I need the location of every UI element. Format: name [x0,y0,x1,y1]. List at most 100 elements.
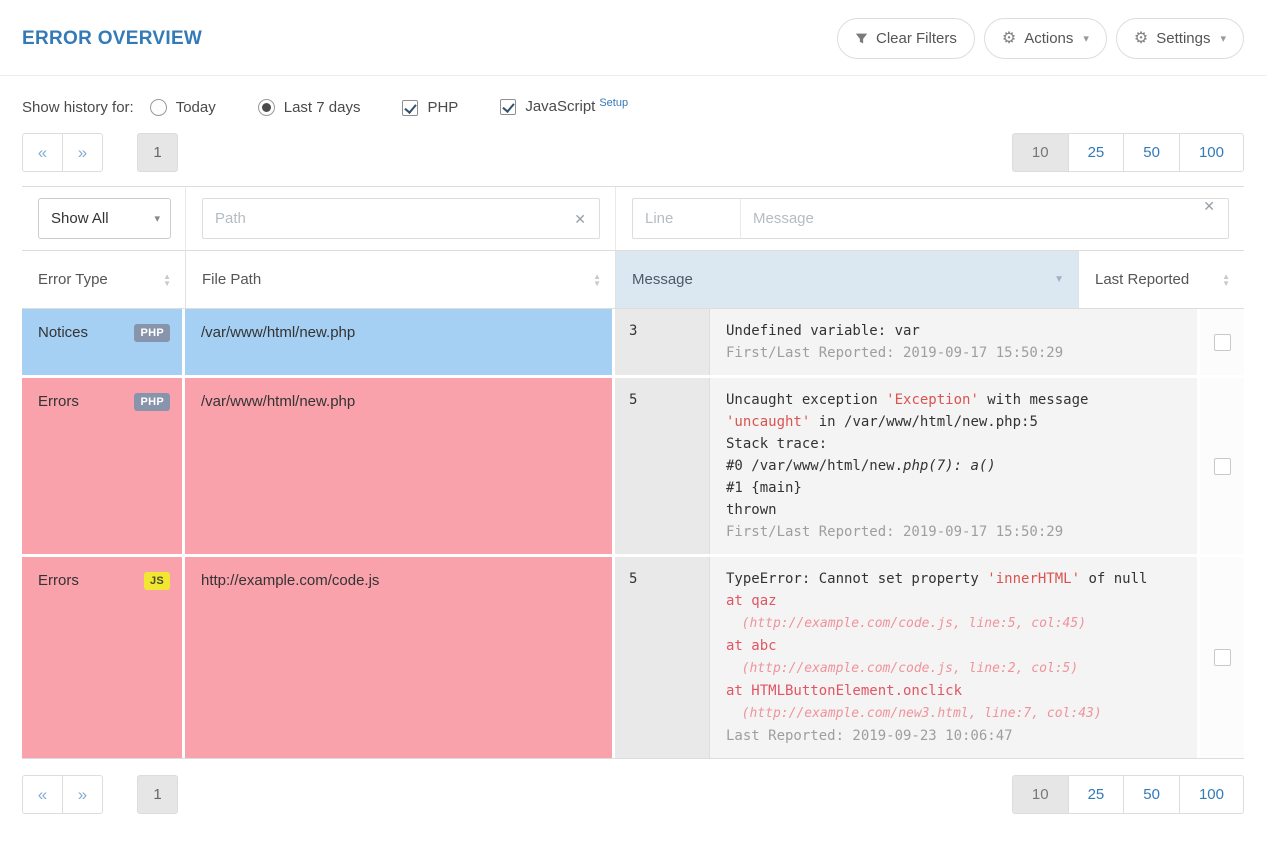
message-cell: TypeError: Cannot set property 'innerHTM… [710,557,1200,758]
row-checkbox[interactable] [1213,649,1231,666]
php-badge: PHP [134,324,170,342]
checkbox-php-label: PHP [427,98,459,116]
table-row: Notices PHP /var/www/html/new.php 3 Unde… [22,309,1244,375]
file-path-header-label: File Path [202,271,262,288]
message-cell: Undefined variable: var First/Last Report… [710,309,1200,375]
radio-last-7-days[interactable]: Last 7 days [257,98,361,117]
message-header-label: Message [632,271,693,288]
chevron-down-icon: ▾ [1083,33,1089,45]
radio-last-7-days-label: Last 7 days [283,98,361,116]
line-message-filter-group: ✕ [632,198,1229,239]
column-header-file-path[interactable]: File Path ▲ ▼ [185,251,615,308]
table-row: Errors PHP /var/www/html/new.php 5 Uncau… [22,375,1244,554]
page-size-50-button[interactable]: 50 [1123,775,1180,814]
column-header-last-reported[interactable]: Last Reported ▲ ▼ [1078,251,1244,308]
pagination-bottom: « » 1 10 25 50 100 [22,775,1244,814]
file-path-cell: /var/www/html/new.php [185,309,615,375]
pager-arrows: « » [22,133,103,172]
page-size-selector: 10 25 50 100 [1011,133,1244,172]
message-cell: Uncaught exception 'Exception' with mess… [710,378,1200,554]
gears-icon: ⚙ [1001,29,1017,47]
page-size-10-button[interactable]: 10 [1011,775,1069,814]
pagination-page-1-button[interactable]: 1 [137,775,178,814]
history-filter-label: Show history for: [22,99,134,116]
error-type-cell: Errors PHP [22,378,185,554]
clear-filters-label: Clear Filters [875,30,957,47]
path-filter-wrap: ✕ [202,198,600,239]
error-type-label: Errors [38,393,79,410]
sort-icon: ▲ ▼ [163,271,171,288]
header-divider [0,75,1266,76]
checkbox-php-control[interactable] [402,99,419,116]
settings-button[interactable]: ⚙ Settings ▾ [1115,18,1244,59]
pagination-prev-button[interactable]: « [22,133,63,172]
pagination-next-button[interactable]: » [62,133,103,172]
chevron-down-icon: ▾ [1220,33,1226,45]
error-type-header-label: Error Type [38,271,108,288]
line-number-cell: 5 [615,378,710,554]
php-badge: PHP [134,393,170,411]
file-path-cell: http://example.com/code.js [185,557,615,758]
page-size-selector: 10 25 50 100 [1011,775,1244,814]
sort-icon: ▲ ▼ [593,271,601,288]
page-size-100-button[interactable]: 100 [1178,775,1244,814]
pagination-next-button[interactable]: » [62,775,103,814]
page-size-10-button[interactable]: 10 [1011,133,1069,172]
line-number-cell: 5 [615,557,710,758]
actions-label: Actions [1024,30,1074,47]
pagination-top: « » 1 10 25 50 100 [22,133,1244,172]
clear-message-filter-icon[interactable]: ✕ [1203,199,1215,213]
error-type-filter-select[interactable]: Show All ▾ [38,198,171,239]
error-type-cell: Notices PHP [22,309,185,375]
row-select-cell [1200,557,1244,758]
top-buttons: Clear Filters ⚙ Actions ▾ ⚙ Settings ▾ [836,18,1244,59]
pagination-page-1-button[interactable]: 1 [137,133,178,172]
radio-today[interactable]: Today [149,98,216,117]
checkbox-javascript[interactable]: JavaScript Setup [500,97,628,117]
page-size-50-button[interactable]: 50 [1123,133,1180,172]
clear-path-filter-icon[interactable]: ✕ [574,212,586,226]
js-badge: JS [143,572,170,590]
table-filter-row: Show All ▾ ✕ ✕ [22,187,1244,251]
error-type-label: Errors [38,572,79,589]
settings-label: Settings [1156,30,1211,47]
error-type-label: Notices [38,324,89,341]
sort-descending-icon: ▼ [1054,274,1064,285]
error-overview-page: ERROR OVERVIEW Clear Filters ⚙ Actions ▾… [0,0,1266,848]
column-header-error-type[interactable]: Error Type ▲ ▼ [22,251,185,308]
line-number-cell: 3 [615,309,710,375]
row-checkbox[interactable] [1213,333,1231,351]
radio-last-7-days-control[interactable] [257,98,275,116]
top-bar: ERROR OVERVIEW Clear Filters ⚙ Actions ▾… [22,18,1244,59]
pagination-prev-button[interactable]: « [22,775,63,814]
page-size-25-button[interactable]: 25 [1067,133,1125,172]
table-row: Errors JS http://example.com/code.js 5 T… [22,554,1244,758]
row-checkbox[interactable] [1213,457,1231,475]
line-filter-input[interactable] [633,199,741,238]
path-filter-input[interactable] [203,199,599,238]
column-header-message[interactable]: Message ▼ [615,251,1078,308]
last-reported-header-label: Last Reported [1095,271,1190,288]
actions-button[interactable]: ⚙ Actions ▾ [983,18,1107,59]
file-path-cell: /var/www/html/new.php [185,378,615,554]
page-title: ERROR OVERVIEW [22,27,203,49]
checkbox-php[interactable]: PHP [402,99,458,117]
sort-icon: ▲ ▼ [1222,271,1230,288]
filter-funnel-icon [855,32,868,45]
history-filter-row: Show history for: Today Last 7 days PHP … [22,97,1244,117]
error-type-filter-value: Show All [51,210,109,227]
message-filter-input[interactable] [741,199,1228,238]
errors-table: Show All ▾ ✕ ✕ Error Type [22,186,1244,759]
checkbox-javascript-control[interactable] [500,99,517,115]
table-header-row: Error Type ▲ ▼ File Path ▲ ▼ Message ▼ Las… [22,251,1244,309]
page-size-100-button[interactable]: 100 [1178,133,1244,172]
setup-link[interactable]: Setup [599,97,628,109]
row-select-cell [1200,309,1244,375]
checkbox-javascript-label: JavaScript [525,98,596,115]
row-select-cell [1200,378,1244,554]
page-size-25-button[interactable]: 25 [1067,775,1125,814]
radio-today-control[interactable] [149,98,167,116]
clear-filters-button[interactable]: Clear Filters [836,18,975,59]
gear-icon: ⚙ [1133,29,1149,47]
radio-today-label: Today [175,98,216,116]
